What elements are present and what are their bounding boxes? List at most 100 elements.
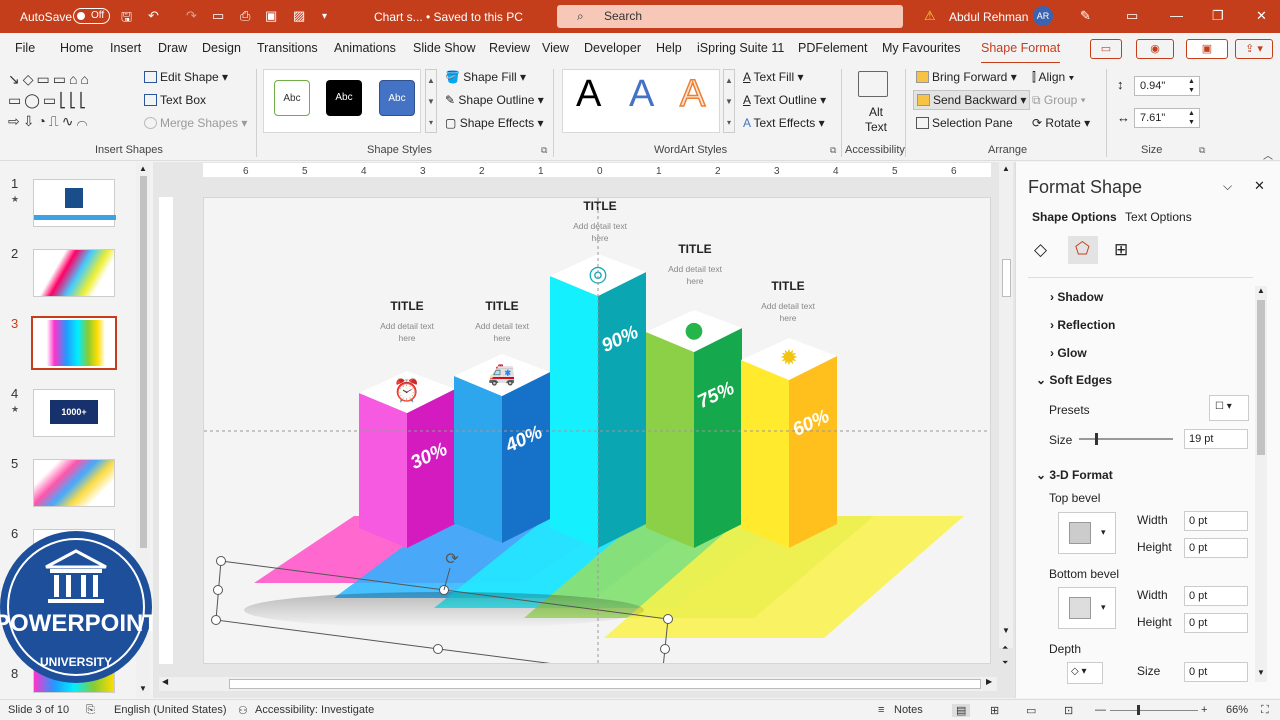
size-slider[interactable] (1079, 433, 1173, 445)
record-icon[interactable]: ◉ (1136, 39, 1174, 59)
scroll-up-icon[interactable]: ▲ (139, 164, 147, 173)
zoom-thumb[interactable] (1137, 705, 1140, 715)
tab-shape-options[interactable]: Shape Options (1032, 210, 1117, 224)
autosave-toggle[interactable]: Off (73, 8, 110, 24)
undo-icon[interactable]: ↶ (148, 8, 159, 24)
presets-dropdown[interactable]: ☐ ▾ (1209, 395, 1249, 421)
save-icon[interactable]: 🖫 (121, 8, 132, 30)
tab-text-options[interactable]: Text Options (1125, 210, 1192, 224)
resize-handle[interactable] (433, 644, 443, 654)
text-box-button[interactable]: Text Box (144, 93, 206, 107)
resize-handle[interactable] (213, 585, 223, 595)
width-spinner[interactable]: ▲ ▼ (1188, 109, 1195, 127)
tab-view[interactable]: View (542, 41, 569, 55)
merge-shapes-button[interactable]: Merge Shapes ▾ (144, 116, 247, 130)
scrollbar-thumb[interactable] (1002, 259, 1011, 297)
edit-shape-button[interactable]: Edit Shape ▾ (144, 70, 228, 84)
slide-thumbnail-2[interactable] (33, 249, 115, 297)
shape-effects-button[interactable]: ▢ Shape Effects ▾ (445, 116, 544, 130)
shape-row-3[interactable]: ⇨⇩◔⎍∿⌒ (8, 111, 136, 132)
bottom-bevel-width-field[interactable]: 0 pt (1184, 586, 1248, 606)
depth-color-dropdown[interactable]: ◇ ▾ (1067, 662, 1103, 684)
bar-side-face[interactable] (694, 328, 742, 548)
bottom-bevel-height-field[interactable]: 0 pt (1184, 613, 1248, 633)
alt-text-icon[interactable] (858, 71, 888, 97)
pane-scrollbar[interactable]: ▲ ▼ (1255, 286, 1267, 682)
scroll-up-icon[interactable]: ▲ (1257, 286, 1265, 295)
pane-options-icon[interactable]: ⌵ (1223, 179, 1232, 194)
align-button[interactable]: ⫿ Align ▾ (1032, 70, 1074, 85)
styles-scroll[interactable]: ▲ ▼ ▾ (425, 69, 437, 133)
comments-icon[interactable]: ▭ (1090, 39, 1122, 59)
slideshow-view-icon[interactable]: ⊡ (1064, 704, 1073, 717)
tab-developer[interactable]: Developer (584, 41, 641, 55)
slide-thumbnail-4[interactable]: 1000+ (33, 389, 115, 437)
shape-outline-button[interactable]: ✎ Shape Outline ▾ (445, 93, 544, 107)
scrollbar-thumb[interactable] (1257, 300, 1265, 455)
bottom-bevel-dropdown[interactable]: ▾ (1058, 587, 1116, 629)
spelling-icon[interactable]: ⎘ (86, 704, 95, 717)
print-icon[interactable]: ⎙ (240, 8, 250, 24)
style-blue[interactable]: Abc (379, 80, 415, 116)
customize-icon[interactable]: ▾ (322, 11, 327, 22)
threed-format-section[interactable]: ⌄ 3-D Format (1036, 468, 1113, 482)
document-title[interactable]: Chart s... • Saved to this PC (374, 10, 523, 24)
pen-icon[interactable]: ✎ (1080, 8, 1091, 24)
rotate-handle-icon[interactable]: ⟳ (445, 551, 459, 568)
avatar[interactable]: AR (1033, 6, 1053, 26)
scrollbar-thumb[interactable] (229, 679, 981, 689)
soft-edges-section[interactable]: ⌄ Soft Edges (1036, 373, 1112, 387)
tab-review[interactable]: Review (489, 41, 530, 55)
redo-icon[interactable]: ↷ (186, 8, 197, 24)
shape-row-2[interactable]: ▭◯▭⎣⎣⎣ (8, 90, 136, 111)
normal-view-icon[interactable]: ▤ (952, 704, 971, 717)
bring-forward-button[interactable]: Bring Forward ▾ (916, 70, 1017, 84)
text-effects-button[interactable]: A Text Effects ▾ (743, 116, 825, 130)
close-icon[interactable]: ✕ (1256, 8, 1267, 24)
pane-close-icon[interactable]: ✕ (1254, 178, 1265, 194)
prev-slide-icon[interactable]: ⏶ (1002, 643, 1008, 653)
accessibility-status[interactable]: Accessibility: Investigate (255, 704, 374, 716)
text-fill-button[interactable]: A Text Fill ▾ (743, 70, 804, 84)
alt-text-button[interactable]: Alt Text (865, 105, 887, 135)
zoom-out-icon[interactable]: — (1095, 704, 1106, 716)
minimize-icon[interactable]: — (1170, 8, 1183, 23)
shape-row-1[interactable]: ↘◇▭▭⌂⌂ (8, 69, 136, 90)
top-bevel-dropdown[interactable]: ▾ (1058, 512, 1116, 554)
dialog-launcher-icon[interactable]: ⧉ (541, 145, 547, 156)
group-button[interactable]: ⧉ Group ▾ (1032, 93, 1086, 108)
scroll-up-icon[interactable]: ▲ (1002, 164, 1010, 173)
tab-design[interactable]: Design (202, 41, 241, 55)
bar-side-face[interactable] (502, 372, 550, 543)
tab-slide-show[interactable]: Slide Show (413, 41, 476, 55)
shadow-section[interactable]: › Shadow (1050, 290, 1103, 304)
tab-shape-format[interactable]: Shape Format (981, 41, 1061, 65)
resize-handle[interactable] (216, 556, 226, 566)
resize-handle[interactable] (660, 644, 670, 654)
language-status[interactable]: English (United States) (114, 704, 227, 716)
share-icon[interactable]: ⇪ ▾ (1235, 39, 1273, 59)
send-backward-button[interactable]: Send Backward ▾ (913, 90, 1031, 110)
bar-front-face[interactable] (454, 376, 502, 543)
slide-thumbnail-1[interactable] (33, 179, 116, 227)
wordart-black[interactable]: A (576, 73, 601, 116)
tab-draw[interactable]: Draw (158, 41, 187, 55)
dialog-launcher-icon[interactable]: ⧉ (830, 145, 836, 156)
effects-tab[interactable]: ⬠ (1068, 236, 1098, 264)
canvas-hscrollbar[interactable]: ◀ ▶ (159, 677, 997, 691)
style-outline[interactable]: Abc (274, 80, 310, 116)
reading-view-icon[interactable]: ▭ (1026, 704, 1036, 717)
glow-section[interactable]: › Glow (1050, 346, 1087, 360)
scrollbar-thumb[interactable] (140, 176, 147, 548)
scroll-down-icon[interactable]: ▼ (1002, 626, 1010, 635)
fit-to-window-icon[interactable]: ⛶ (1261, 704, 1269, 717)
present-icon[interactable]: ▭ (212, 8, 224, 24)
scroll-right-icon[interactable]: ▶ (986, 677, 992, 686)
bar-side-face[interactable] (789, 356, 837, 548)
canvas-vscrollbar[interactable]: ▲ ▼ ⏶ ⏷ (999, 162, 1013, 667)
wordart-orange[interactable]: A (679, 72, 706, 116)
size-properties-icon[interactable]: ⊞ (1114, 240, 1128, 260)
maximize-icon[interactable]: ❐ (1212, 8, 1224, 24)
slide-sorter-icon[interactable]: ⊞ (990, 704, 999, 717)
tab-help[interactable]: Help (656, 41, 682, 55)
